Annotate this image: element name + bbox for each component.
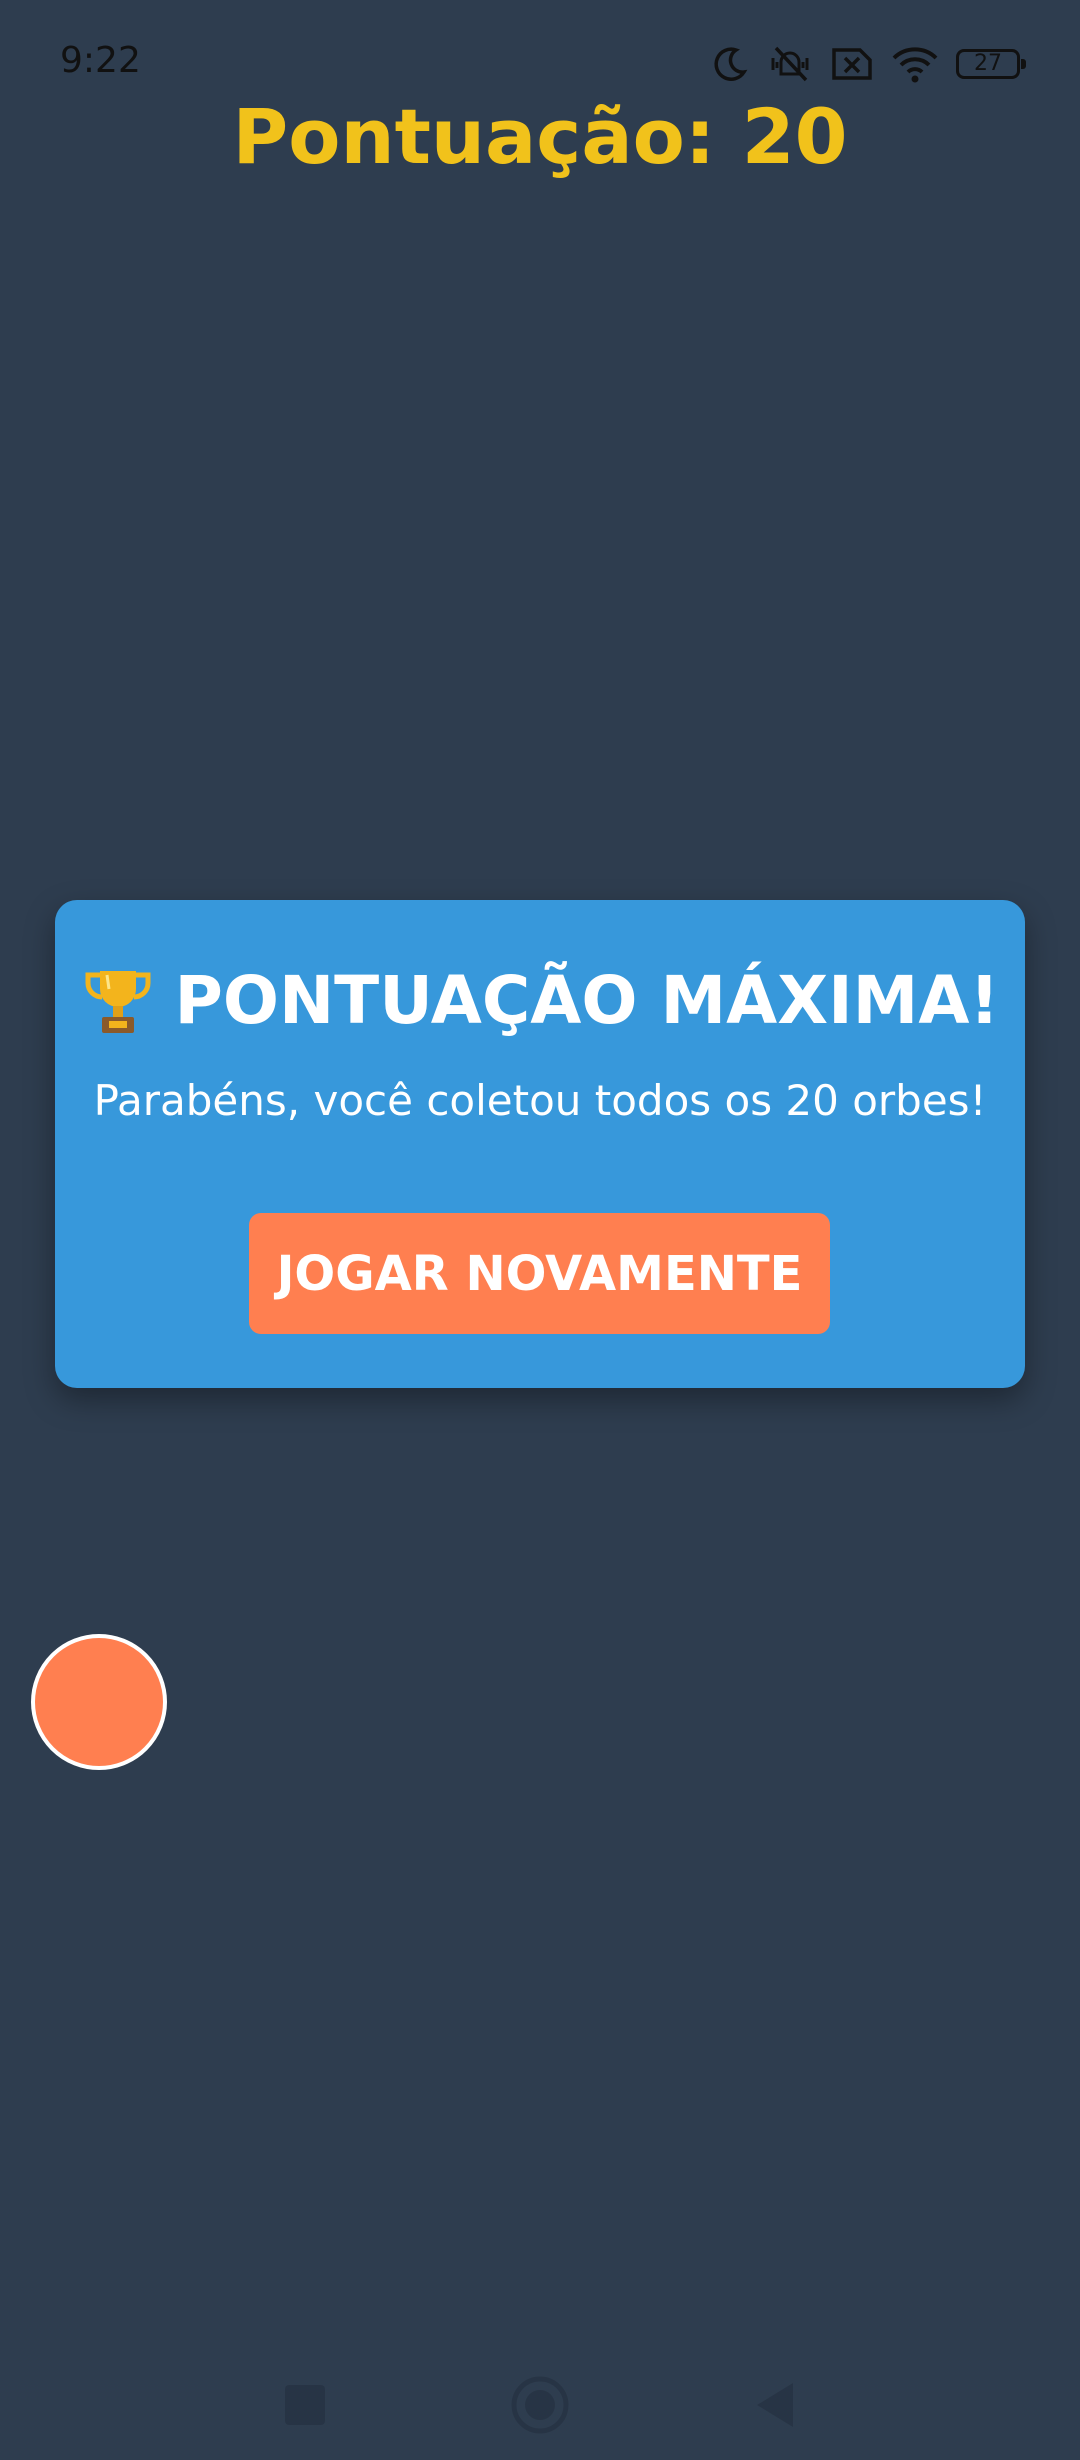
- vibrate-off-icon: [771, 46, 809, 82]
- max-score-modal: PONTUAÇÃO MÁXIMA! Parabéns, você coletou…: [55, 900, 1025, 1388]
- moon-icon: [714, 47, 748, 81]
- wifi-icon: [892, 47, 938, 83]
- modal-title: PONTUAÇÃO MÁXIMA!: [174, 962, 1000, 1039]
- status-icons: 27: [710, 40, 1026, 88]
- trophy-icon: [85, 970, 151, 1033]
- modal-message: Parabéns, você coletou todos os 20 orbes…: [93, 1076, 987, 1125]
- circle-home-icon[interactable]: [510, 2375, 570, 2435]
- nav-bar: [0, 2350, 1080, 2460]
- score-display: Pontuação: 20: [232, 92, 848, 181]
- status-time: 9:22: [60, 40, 141, 81]
- no-sim-icon: [832, 48, 872, 80]
- play-again-button[interactable]: JOGAR NOVAMENTE: [249, 1213, 830, 1334]
- battery-icon: 27: [956, 49, 1026, 79]
- square-icon[interactable]: [275, 2375, 335, 2435]
- player-orb[interactable]: [31, 1634, 167, 1770]
- modal-title-row: PONTUAÇÃO MÁXIMA!: [55, 962, 1025, 1039]
- back-triangle-icon[interactable]: [745, 2375, 805, 2435]
